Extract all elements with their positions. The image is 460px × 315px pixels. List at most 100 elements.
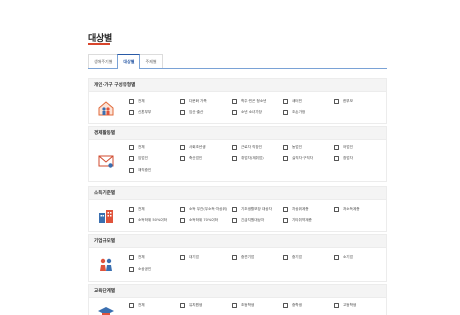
option-checkbox[interactable]: 소득하위 70%이하 [180,217,218,223]
option-checkbox[interactable]: 조손가정 [283,109,305,115]
option-checkbox[interactable]: 새터민 [283,98,302,104]
checkbox-icon[interactable] [180,109,185,115]
checkbox-icon[interactable] [180,217,185,223]
checkbox-icon[interactable] [283,109,288,115]
option-checkbox[interactable]: 실직자·구직자 [283,155,313,161]
option-checkbox[interactable]: 임업인 [129,155,148,161]
section-household-type: 개인·가구 구성유형별 전체 다문화 가족 학주·빈곤 청소년 새터민 한부모 … [88,78,387,124]
checkbox-icon[interactable] [180,144,185,150]
section-economic-activity: 경제활동별 전체 사회초년생 근로자 직장인 농업인 어업인 임업인 축산업인 … [88,126,387,182]
checkbox-icon[interactable] [232,302,237,308]
checkbox-icon[interactable] [232,254,237,260]
graduation-icon [98,307,114,315]
tab-bar: 생애주기별 대상별 주제별 [88,54,163,69]
checkbox-icon[interactable] [283,254,288,260]
checkbox-icon[interactable] [232,155,237,161]
checkbox-icon[interactable] [129,167,134,173]
option-checkbox[interactable]: 중견기업 [232,254,254,260]
option-checkbox[interactable]: 전체 [129,302,145,308]
option-checkbox[interactable]: 축산업인 [180,155,202,161]
checkbox-icon[interactable] [283,302,288,308]
section-company-size: 기업규모별 전체 대기업 중견기업 중기업 소기업 소상공인 [88,234,387,282]
section-title: 경제활동별 [88,126,387,140]
checkbox-icon[interactable] [232,98,237,104]
option-checkbox[interactable]: 취업자(재취업) [232,155,264,161]
checkbox-icon[interactable] [334,302,339,308]
option-checkbox[interactable]: 긴급지원대상자 [232,217,264,223]
checkbox-icon[interactable] [129,155,134,161]
option-checkbox[interactable]: 고등학생 [334,302,356,308]
checkbox-icon[interactable] [129,266,134,272]
option-checkbox[interactable]: 유치원생 [180,302,202,308]
option-checkbox[interactable]: 전체 [129,254,145,260]
option-checkbox[interactable]: 기타취약계층 [283,217,312,223]
option-checkbox[interactable]: 초등학생 [232,302,254,308]
option-checkbox[interactable]: 저소득계층 [334,206,360,212]
checkbox-icon[interactable] [129,144,134,150]
title-underline [88,43,110,45]
checkbox-icon[interactable] [180,155,185,161]
section-title: 소득기준별 [88,186,387,200]
option-checkbox[interactable]: 전체 [129,98,145,104]
checkbox-icon[interactable] [232,109,237,115]
option-checkbox[interactable]: 소년 소녀가장 [232,109,262,115]
option-checkbox[interactable]: 기초생활보장 대상자 [232,206,272,212]
option-checkbox[interactable]: 신혼부부 [129,109,151,115]
option-checkbox[interactable]: 사회초년생 [180,144,206,150]
checkbox-icon[interactable] [283,206,288,212]
checkbox-icon[interactable] [180,302,185,308]
option-checkbox[interactable]: 소득 무관(무소득·차상위) [180,206,227,212]
tab-target[interactable]: 대상별 [117,54,141,69]
option-checkbox[interactable]: 근로자 직장인 [232,144,262,150]
option-checkbox[interactable]: 차상위계층 [283,206,309,212]
checkbox-icon[interactable] [232,217,237,223]
option-checkbox[interactable]: 소상공인 [129,266,151,272]
section-education-level: 교육단계별 전체 유치원생 초등학생 중학생 고등학생 [88,284,387,315]
checkbox-icon[interactable] [129,109,134,115]
checkbox-icon[interactable] [129,254,134,260]
option-checkbox[interactable]: 대기업 [180,254,199,260]
tab-topic[interactable]: 주제별 [139,54,163,69]
checkbox-icon[interactable] [334,254,339,260]
checkbox-icon[interactable] [283,98,288,104]
section-title: 개인·가구 구성유형별 [88,78,387,92]
people-business-icon [100,258,112,271]
section-title: 기업규모별 [88,234,387,248]
section-title: 교육단계별 [88,284,387,298]
option-checkbox[interactable]: 전체 [129,144,145,150]
checkbox-icon[interactable] [283,217,288,223]
option-checkbox[interactable]: 중학생 [283,302,302,308]
option-checkbox[interactable]: 소기업 [334,254,353,260]
option-checkbox[interactable]: 학주·빈곤 청소년 [232,98,266,104]
checkbox-icon[interactable] [129,98,134,104]
option-checkbox[interactable]: 다문화 가족 [180,98,207,104]
option-checkbox[interactable]: 농업인 [283,144,302,150]
option-checkbox[interactable]: 재직중인 [129,167,151,173]
option-checkbox[interactable]: 임산·출산 [180,109,203,115]
checkbox-icon[interactable] [180,254,185,260]
option-checkbox[interactable]: 한부모 [334,98,353,104]
checkbox-icon[interactable] [129,217,134,223]
checkbox-icon[interactable] [283,144,288,150]
tab-lifecycle[interactable]: 생애주기별 [88,54,119,69]
checkbox-icon[interactable] [334,98,339,104]
option-checkbox[interactable]: 어업인 [334,144,353,150]
checkbox-icon[interactable] [180,98,185,104]
checkbox-icon[interactable] [129,302,134,308]
section-income: 소득기준별 전체 소득 무관(무소득·차상위) 기초생활보장 대상자 차상위계층… [88,186,387,232]
mail-envelope-icon [98,155,114,168]
buildings-icon [99,210,113,223]
option-checkbox[interactable]: 창업자 [334,155,353,161]
checkbox-icon[interactable] [180,206,185,212]
option-checkbox[interactable]: 중기업 [283,254,302,260]
checkbox-icon[interactable] [334,144,339,150]
checkbox-icon[interactable] [334,206,339,212]
checkbox-icon[interactable] [334,155,339,161]
checkbox-icon[interactable] [283,155,288,161]
checkbox-icon[interactable] [129,206,134,212]
option-checkbox[interactable]: 소득하위 50%이하 [129,217,167,223]
family-home-icon [98,101,114,116]
option-checkbox[interactable]: 전체 [129,206,145,212]
checkbox-icon[interactable] [232,206,237,212]
checkbox-icon[interactable] [232,144,237,150]
